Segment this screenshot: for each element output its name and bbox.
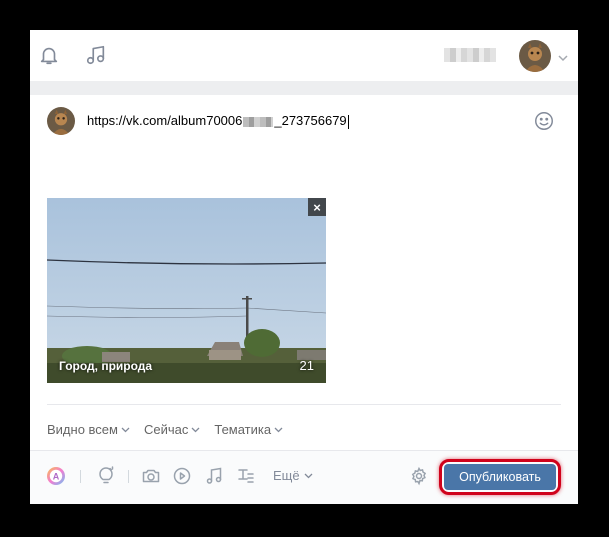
redacted-digits [243, 116, 274, 127]
music-icon[interactable] [85, 44, 107, 66]
bell-icon[interactable] [38, 44, 60, 66]
post-text-start: https://vk.com/album70006 [87, 113, 243, 128]
toolbar-separator [80, 470, 81, 483]
author-avatar [47, 107, 75, 135]
album-photo [47, 198, 326, 383]
text-caret [347, 114, 349, 129]
topic-label: Тематика [214, 422, 272, 437]
chevron-down-icon [304, 473, 313, 479]
more-attachments-button[interactable]: Ещё [273, 468, 313, 483]
chevron-down-icon [121, 427, 130, 433]
post-options: Видно всем Сейчас Тематика [47, 422, 283, 437]
music-icon[interactable] [204, 466, 224, 486]
more-label: Ещё [273, 468, 300, 483]
chevron-down-icon [191, 427, 200, 433]
visibility-dropdown[interactable]: Видно всем [47, 422, 130, 437]
publish-button[interactable]: Опубликовать [444, 464, 556, 490]
time-label: Сейчас [143, 422, 189, 437]
vk-window: https://vk.com/album70006 _273756679 × Г… [30, 30, 578, 504]
camera-icon[interactable] [141, 466, 161, 486]
header-gap [30, 81, 578, 95]
top-bar [30, 30, 578, 81]
attach-toolbar: A Ещё Опубликовать [30, 451, 578, 504]
user-name-blurred[interactable] [444, 48, 496, 62]
album-photo-count: 21 [299, 358, 314, 373]
video-icon[interactable] [172, 466, 192, 486]
post-text-end: _273756679 [274, 113, 347, 128]
post-composer: https://vk.com/album70006 _273756679 × Г… [30, 95, 578, 504]
avatar[interactable] [519, 40, 551, 72]
lightbulb-icon[interactable] [96, 466, 116, 486]
divider [47, 404, 561, 405]
album-title: Город, природа [59, 359, 153, 373]
album-attachment[interactable]: × Город, природа 21 [47, 198, 326, 383]
smile-icon[interactable] [533, 110, 555, 132]
post-text-input[interactable]: https://vk.com/album70006 _273756679 [87, 113, 349, 129]
visibility-label: Видно всем [47, 422, 118, 437]
time-dropdown[interactable]: Сейчас [144, 422, 200, 437]
topic-dropdown[interactable]: Тематика [214, 422, 283, 437]
chevron-down-icon[interactable] [557, 50, 569, 62]
remove-attachment-button[interactable]: × [308, 198, 326, 216]
svg-text:A: A [53, 472, 60, 482]
poll-icon[interactable] [236, 466, 256, 486]
toolbar-separator [128, 470, 129, 483]
avatar-a-icon[interactable]: A [46, 466, 66, 486]
gear-icon[interactable] [409, 466, 429, 486]
chevron-down-icon [274, 427, 283, 433]
